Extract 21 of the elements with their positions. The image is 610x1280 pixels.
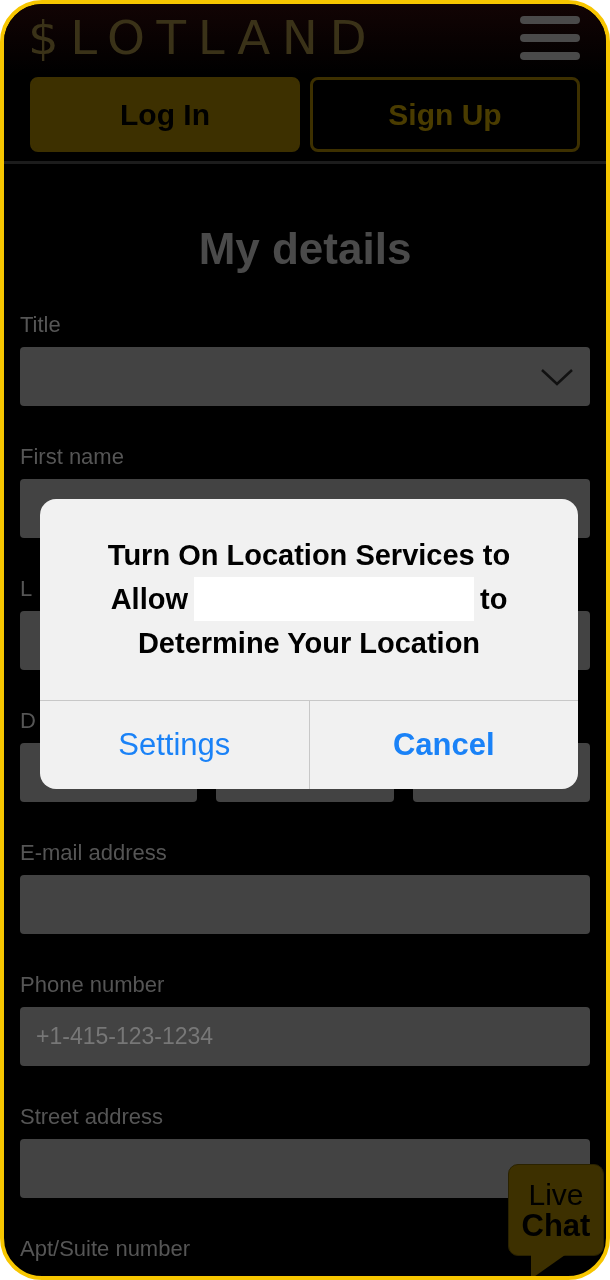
field-label: Phone number bbox=[20, 971, 165, 999]
dialog-button[interactable]: Cancel bbox=[308, 701, 578, 789]
dialog-message: Determine Your Location bbox=[137, 626, 481, 660]
chevron-down-icon bbox=[540, 367, 574, 386]
field-label: D bbox=[20, 707, 36, 735]
dialog-button[interactable]: Settings bbox=[40, 701, 309, 789]
field-label: E-mail address bbox=[20, 839, 167, 867]
menu-icon[interactable] bbox=[520, 16, 580, 60]
dialog-message: Turn On Location Services to bbox=[107, 538, 511, 572]
input-field[interactable] bbox=[20, 875, 590, 934]
field-label: First name bbox=[20, 443, 124, 471]
select-field[interactable] bbox=[20, 347, 590, 406]
page-heading: My details bbox=[197, 224, 413, 274]
signup-button[interactable]: Sign Up bbox=[310, 77, 580, 152]
dialog-message: Allow bbox=[110, 582, 188, 616]
field-label: Street address bbox=[20, 1103, 164, 1131]
field-label: Apt/Suite number bbox=[20, 1235, 190, 1263]
field-label: Title bbox=[20, 311, 61, 339]
field-label: L bbox=[20, 575, 33, 603]
dialog-message: to bbox=[480, 582, 508, 616]
login-button[interactable]: Log In bbox=[30, 77, 300, 152]
